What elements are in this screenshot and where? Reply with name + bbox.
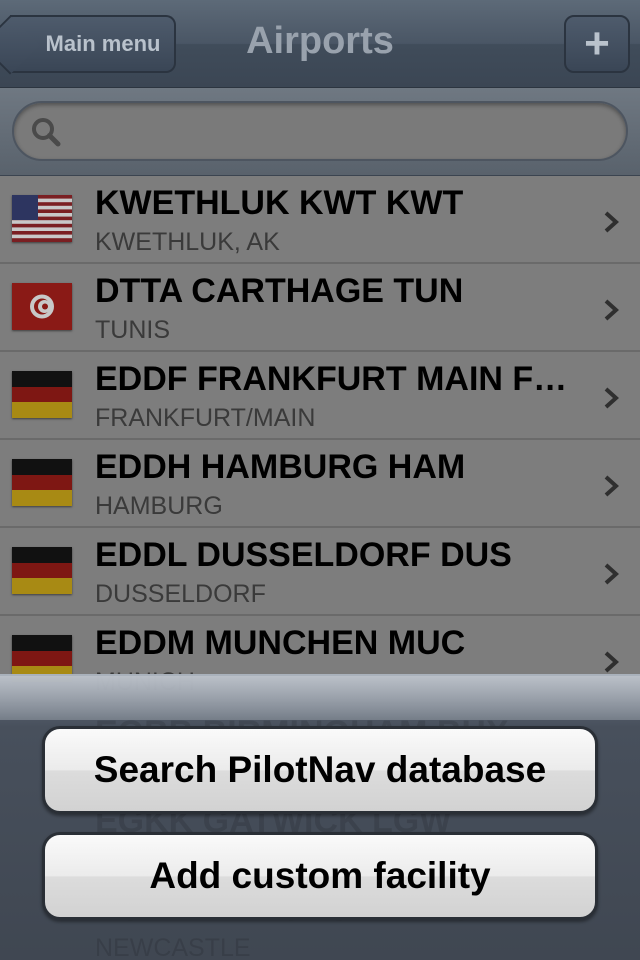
chevron-right-icon bbox=[604, 211, 619, 233]
search-pilotnav-database-button[interactable]: Search PilotNav database bbox=[42, 726, 598, 814]
airport-city: HAMBURG bbox=[95, 492, 223, 520]
airport-title: KWETHLUK KWT KWT bbox=[95, 184, 464, 222]
list-item[interactable]: EDDF FRANKFURT MAIN FRA FRANKFURT/MAIN bbox=[0, 352, 640, 440]
chevron-right-icon bbox=[604, 651, 619, 673]
germany-flag-icon bbox=[12, 459, 72, 506]
airport-city: FRANKFURT/MAIN bbox=[95, 404, 316, 432]
airport-city: KWETHLUK, AK bbox=[95, 228, 280, 256]
list-item[interactable]: KWETHLUK KWT KWT KWETHLUK, AK bbox=[0, 176, 640, 264]
main-menu-back-button[interactable]: Main menu bbox=[10, 15, 176, 73]
airport-title: EDDL DUSSELDORF DUS bbox=[95, 536, 512, 574]
airport-city: DUSSELDORF bbox=[95, 580, 266, 608]
airport-city: TUNIS bbox=[95, 316, 170, 344]
list-item[interactable]: DTTA CARTHAGE TUN TUNIS bbox=[0, 264, 640, 352]
airport-title: EDDH HAMBURG HAM bbox=[95, 448, 466, 486]
airport-list: KWETHLUK KWT KWT KWETHLUK, AK DTTA CARTH… bbox=[0, 176, 640, 704]
tunisia-flag-icon bbox=[12, 283, 72, 330]
chevron-right-icon bbox=[604, 563, 619, 585]
add-custom-facility-button[interactable]: Add custom facility bbox=[42, 832, 598, 920]
list-item[interactable]: EDDH HAMBURG HAM HAMBURG bbox=[0, 440, 640, 528]
airport-title: DTTA CARTHAGE TUN bbox=[95, 272, 464, 310]
germany-flag-icon bbox=[12, 371, 72, 418]
add-button[interactable]: + bbox=[564, 15, 630, 73]
list-item[interactable]: EDDL DUSSELDORF DUS DUSSELDORF bbox=[0, 528, 640, 616]
us-flag-icon bbox=[12, 195, 72, 242]
chevron-right-icon bbox=[604, 387, 619, 409]
obscured-row-city: NEWCASTLE bbox=[95, 934, 251, 960]
plus-icon: + bbox=[584, 19, 610, 68]
search-bar bbox=[0, 88, 640, 176]
chevron-right-icon bbox=[604, 299, 619, 321]
back-button-label: Main menu bbox=[45, 31, 161, 56]
action-sheet: EGBB BIRMINGHAM BHX EGKK GATWICK LGW EGN… bbox=[0, 674, 640, 960]
navigation-bar: Main menu Airports + bbox=[0, 0, 640, 88]
search-icon bbox=[32, 118, 61, 147]
search-input[interactable] bbox=[12, 101, 628, 161]
airport-title: EDDF FRANKFURT MAIN FRA bbox=[95, 360, 575, 398]
chevron-right-icon bbox=[604, 475, 619, 497]
page-title: Airports bbox=[246, 20, 394, 62]
germany-flag-icon bbox=[12, 547, 72, 594]
airport-title: EDDM MUNCHEN MUC bbox=[95, 624, 466, 662]
